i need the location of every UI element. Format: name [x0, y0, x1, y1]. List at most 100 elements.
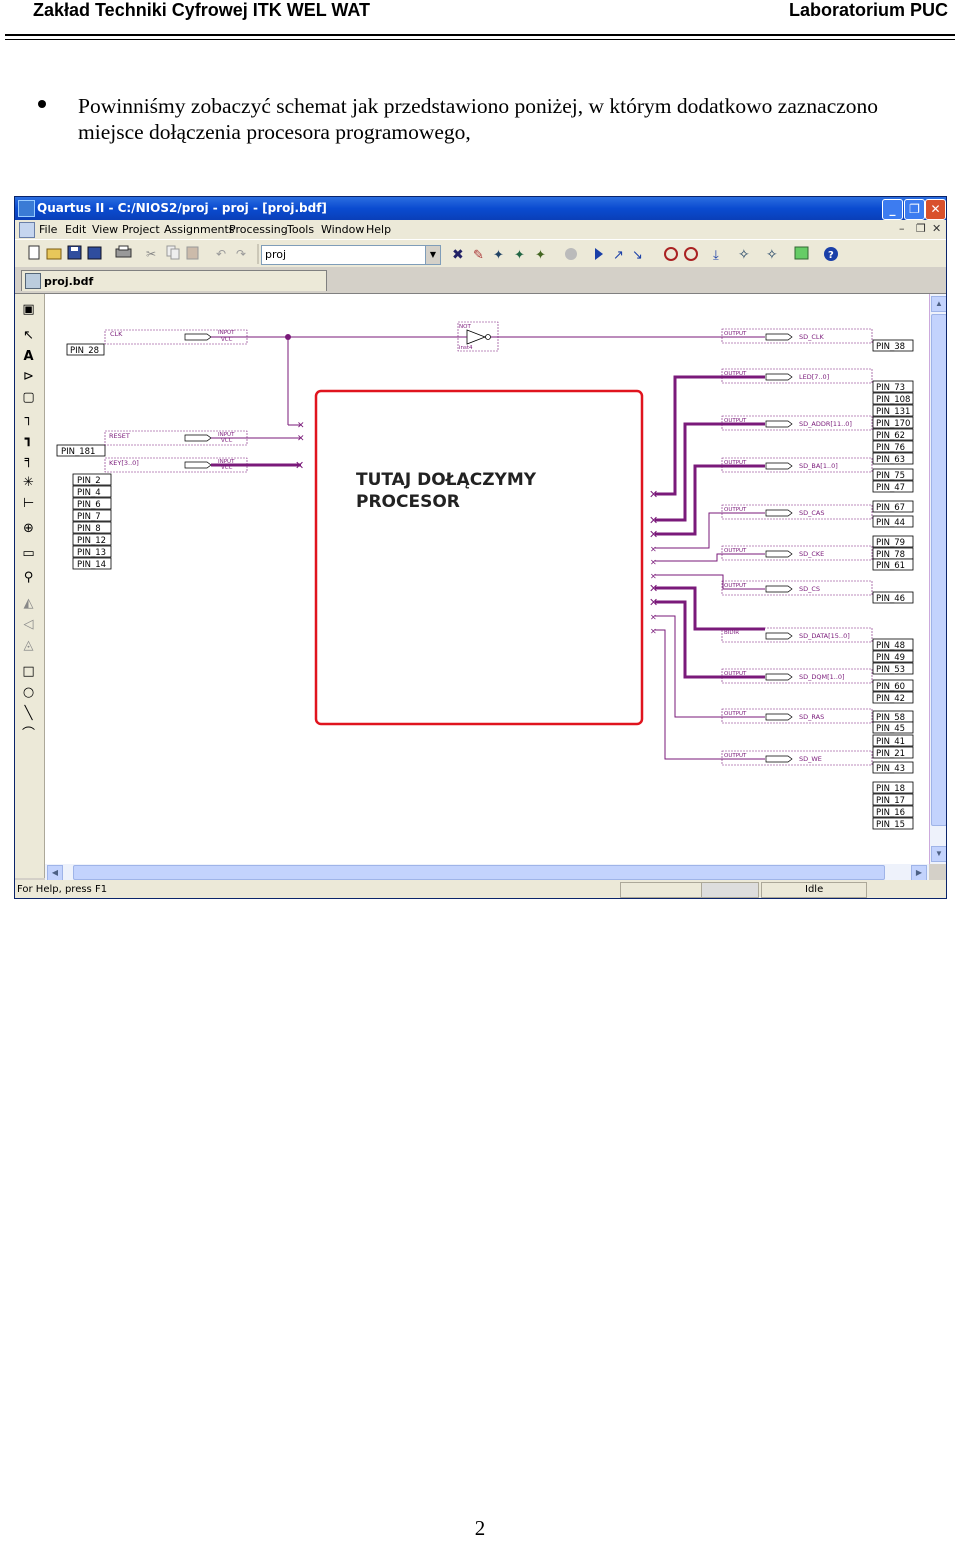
- page-number: 2: [474, 1516, 486, 1540]
- out-pin-label: PIN_170: [876, 419, 910, 429]
- chevron-down-icon[interactable]: ▼: [425, 246, 440, 264]
- window-title: Quartus II - C:/NIOS2/proj - proj - [pro…: [37, 201, 327, 215]
- key-pin-label: PIN_12: [77, 536, 106, 546]
- find-icon[interactable]: ⚲: [21, 570, 36, 585]
- tab-proj-bdf[interactable]: proj.bdf: [21, 270, 327, 291]
- status-idle: Idle: [805, 884, 824, 895]
- horizontal-scroll-thumb[interactable]: [73, 865, 885, 880]
- zoom-tool-icon[interactable]: ⊕: [21, 521, 36, 536]
- menu-view[interactable]: View: [92, 223, 118, 236]
- project-combo[interactable]: proj ▼: [261, 245, 441, 265]
- menu-tools[interactable]: Tools: [287, 223, 314, 236]
- output-port-name: SD_CS: [799, 585, 820, 593]
- schematic-canvas[interactable]: PIN_28 CLK INPUT VCC NOT inst4 ✕ PIN_181…: [45, 294, 929, 864]
- new-file-icon: [28, 245, 40, 260]
- print-icon: [115, 245, 132, 258]
- save-all-icon: [87, 246, 102, 260]
- out-pin-label: PIN_47: [876, 483, 905, 493]
- output-port-name: SD_ADDR[11..0]: [799, 420, 852, 428]
- orthogonal-node-tool-icon[interactable]: ┐: [21, 411, 36, 426]
- text-tool-icon[interactable]: A: [21, 349, 36, 364]
- svg-text:✧: ✧: [738, 247, 750, 263]
- menu-project[interactable]: Project: [122, 223, 160, 236]
- oval-tool-icon[interactable]: ○: [21, 685, 36, 700]
- svg-text:✂: ✂: [146, 247, 156, 261]
- menu-file[interactable]: File: [39, 223, 57, 236]
- key-pin-label: PIN_2: [77, 476, 101, 486]
- out-pin-label: PIN_62: [876, 431, 905, 441]
- title-bar[interactable]: Quartus II - C:/NIOS2/proj - proj - [pro…: [15, 197, 946, 220]
- svg-text:✕: ✕: [649, 488, 658, 501]
- out-pin-label: PIN_67: [876, 503, 905, 513]
- svg-text:↶: ↶: [216, 247, 226, 261]
- output-port-name: LED[7..0]: [799, 373, 829, 381]
- output-port-kind: OUTPUT: [724, 711, 747, 717]
- output-port-kind: OUTPUT: [724, 548, 747, 554]
- out-pin-label: PIN_53: [876, 665, 905, 675]
- menu-edit[interactable]: Edit: [65, 223, 86, 236]
- mdi-restore-icon[interactable]: ❐: [916, 222, 926, 235]
- rectangle-tool-icon[interactable]: □: [21, 664, 36, 679]
- output-port-kind: OUTPUT: [724, 671, 747, 677]
- close-button[interactable]: ✕: [925, 199, 946, 220]
- key-pin-list: PIN_2 PIN_4 PIN_6 PIN_7 PIN_8 PIN_12 PIN_13 PIN…: [72, 473, 112, 570]
- header-right: Laboratorium PUC: [788, 0, 948, 20]
- flip-vertical-icon[interactable]: ◁: [21, 617, 36, 632]
- partial-line-select-icon[interactable]: ⊢: [21, 496, 36, 511]
- out-pin-label: PIN_46: [876, 594, 905, 604]
- mdi-minimize-icon[interactable]: –: [899, 222, 905, 235]
- menu-window[interactable]: Window: [321, 223, 364, 236]
- schematic: PIN_28 CLK INPUT VCC NOT inst4 ✕ PIN_181…: [45, 294, 929, 864]
- horizontal-scrollbar[interactable]: ◀ ▶: [45, 864, 929, 881]
- svg-text:✎: ✎: [473, 248, 484, 263]
- output-port-kind: OUTPUT: [724, 418, 747, 424]
- tab-bar: proj.bdf: [15, 267, 946, 294]
- out-pin-label: PIN_15: [876, 820, 905, 830]
- svg-text:✧: ✧: [766, 247, 778, 263]
- output-port-name: SD_CKE: [799, 550, 824, 558]
- menu-help[interactable]: Help: [366, 223, 391, 236]
- full-screen-icon[interactable]: ▭: [21, 546, 36, 561]
- scroll-down-icon[interactable]: ▼: [931, 846, 946, 862]
- output-port-symbol: [765, 420, 793, 428]
- key-name: KEY[3..0]: [109, 459, 139, 467]
- scroll-up-icon[interactable]: ▲: [931, 296, 946, 312]
- clk-name: CLK: [110, 330, 123, 338]
- arc-tool-icon[interactable]: ⌒: [21, 727, 36, 742]
- out-pin-label: PIN_61: [876, 561, 905, 571]
- progress-pane: [701, 882, 759, 898]
- output-port-name: SD_DQM[1..0]: [799, 673, 845, 681]
- out-pin-label: PIN_79: [876, 538, 905, 548]
- vertical-scroll-thumb[interactable]: [931, 314, 946, 826]
- flip-horizontal-icon[interactable]: ◭: [21, 596, 36, 611]
- minimize-button[interactable]: _: [882, 199, 903, 220]
- out-pin-label: PIN_42: [876, 694, 905, 704]
- line-tool-icon[interactable]: ╲: [21, 706, 36, 721]
- output-port-symbol: [765, 509, 793, 517]
- out-pin-label: PIN_60: [876, 682, 905, 692]
- vertical-scrollbar[interactable]: ▲ ▼: [929, 294, 946, 864]
- menu-processing[interactable]: Processing: [229, 223, 288, 236]
- scroll-right-icon[interactable]: ▶: [911, 865, 927, 881]
- output-port-symbol: [765, 632, 793, 640]
- toolbar: ✂ ↶ ↷ ✖ ✎ ✦ ✦ ✦ ↗ ↘ ⤓ ✧ ✧ ? proj ▼: [15, 239, 946, 269]
- mdi-close-icon[interactable]: ✕: [932, 222, 941, 235]
- rubberbanding-icon[interactable]: ✳: [21, 475, 36, 490]
- rotate-icon[interactable]: ◬: [21, 638, 36, 653]
- orthogonal-bus-tool-icon[interactable]: ┓: [21, 432, 36, 447]
- output-port-name: SD_WE: [799, 755, 822, 763]
- symbol-tool-icon[interactable]: ⊳: [21, 369, 36, 384]
- svg-text:✕: ✕: [649, 582, 658, 595]
- conduit-tool-icon[interactable]: ╕: [21, 453, 36, 468]
- not-gate-type: NOT: [459, 324, 471, 330]
- detach-window-icon[interactable]: ▣: [21, 302, 36, 317]
- scroll-left-icon[interactable]: ◀: [47, 865, 63, 881]
- selection-tool-icon[interactable]: ↖: [21, 328, 36, 343]
- tab-label: proj.bdf: [44, 275, 94, 288]
- document-icon: [19, 222, 35, 238]
- block-tool-icon[interactable]: ▢: [21, 390, 36, 405]
- menu-assignments[interactable]: Assignments: [164, 223, 235, 236]
- svg-text:✕: ✕: [650, 572, 657, 581]
- out-pin-label: PIN_63: [876, 455, 905, 465]
- maximize-button[interactable]: ❐: [904, 199, 925, 220]
